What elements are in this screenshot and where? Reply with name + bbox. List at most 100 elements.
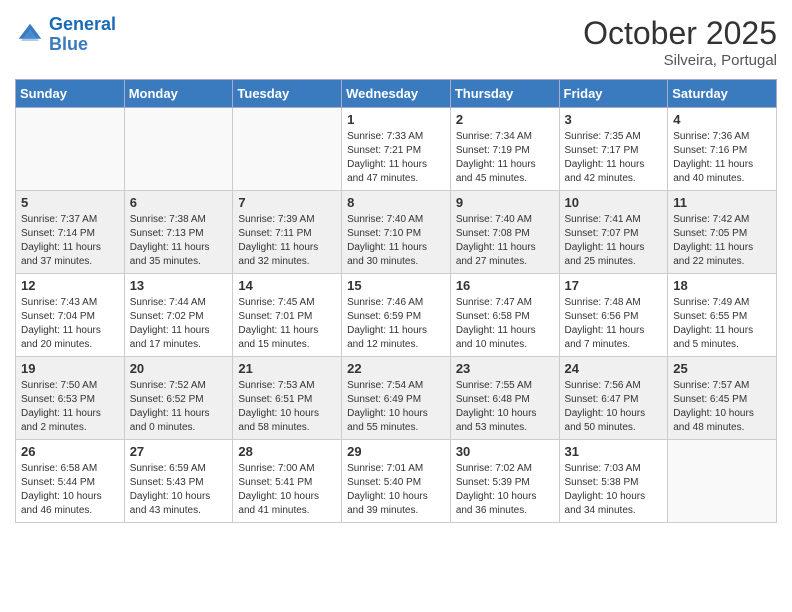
weekday-header-wednesday: Wednesday — [342, 80, 451, 108]
day-number: 24 — [565, 361, 663, 376]
day-number: 18 — [673, 278, 771, 293]
logo-blue: Blue — [49, 35, 116, 55]
day-number: 22 — [347, 361, 445, 376]
day-info: Sunrise: 7:41 AM Sunset: 7:07 PM Dayligh… — [565, 213, 663, 269]
calendar-day-cell: 6 Sunrise: 7:38 AM Sunset: 7:13 PM Daylig… — [124, 191, 233, 274]
day-number: 30 — [456, 444, 554, 459]
day-number: 9 — [456, 195, 554, 210]
calendar-day-cell: 5 Sunrise: 7:37 AM Sunset: 7:14 PM Daylig… — [16, 191, 125, 274]
calendar-empty-cell — [233, 108, 342, 191]
day-info: Sunrise: 7:49 AM Sunset: 6:55 PM Dayligh… — [673, 296, 771, 352]
day-info: Sunrise: 7:33 AM Sunset: 7:21 PM Dayligh… — [347, 130, 445, 186]
page-header: General Blue October 2025 Silveira, Port… — [15, 15, 777, 69]
calendar-day-cell: 18 Sunrise: 7:49 AM Sunset: 6:55 PM Dayli… — [668, 274, 777, 357]
day-info: Sunrise: 7:56 AM Sunset: 6:47 PM Dayligh… — [565, 379, 663, 435]
day-info: Sunrise: 7:43 AM Sunset: 7:04 PM Dayligh… — [21, 296, 119, 352]
calendar-week-row: 5 Sunrise: 7:37 AM Sunset: 7:14 PM Daylig… — [16, 191, 777, 274]
calendar-day-cell: 8 Sunrise: 7:40 AM Sunset: 7:10 PM Daylig… — [342, 191, 451, 274]
calendar-header-row: SundayMondayTuesdayWednesdayThursdayFrid… — [16, 80, 777, 108]
calendar-day-cell: 13 Sunrise: 7:44 AM Sunset: 7:02 PM Dayli… — [124, 274, 233, 357]
calendar-day-cell: 16 Sunrise: 7:47 AM Sunset: 6:58 PM Dayli… — [450, 274, 559, 357]
weekday-header-saturday: Saturday — [668, 80, 777, 108]
calendar-table: SundayMondayTuesdayWednesdayThursdayFrid… — [15, 79, 777, 523]
month-year-title: October 2025 — [583, 15, 777, 52]
weekday-header-sunday: Sunday — [16, 80, 125, 108]
day-info: Sunrise: 7:40 AM Sunset: 7:10 PM Dayligh… — [347, 213, 445, 269]
calendar-empty-cell — [16, 108, 125, 191]
day-info: Sunrise: 7:02 AM Sunset: 5:39 PM Dayligh… — [456, 462, 554, 518]
day-number: 27 — [130, 444, 228, 459]
weekday-header-tuesday: Tuesday — [233, 80, 342, 108]
day-number: 26 — [21, 444, 119, 459]
day-info: Sunrise: 7:36 AM Sunset: 7:16 PM Dayligh… — [673, 130, 771, 186]
day-info: Sunrise: 7:40 AM Sunset: 7:08 PM Dayligh… — [456, 213, 554, 269]
calendar-week-row: 12Sunrise: 7:43 AM Sunset: 7:04 PM Dayli… — [16, 274, 777, 357]
day-info: Sunrise: 7:44 AM Sunset: 7:02 PM Dayligh… — [130, 296, 228, 352]
day-number: 7 — [238, 195, 336, 210]
day-info: Sunrise: 7:48 AM Sunset: 6:56 PM Dayligh… — [565, 296, 663, 352]
day-number: 14 — [238, 278, 336, 293]
day-info: Sunrise: 7:37 AM Sunset: 7:14 PM Dayligh… — [21, 213, 119, 269]
calendar-empty-cell — [668, 440, 777, 523]
day-number: 25 — [673, 361, 771, 376]
logo-text: General Blue — [49, 15, 116, 55]
calendar-day-cell: 14 Sunrise: 7:45 AM Sunset: 7:01 PM Dayli… — [233, 274, 342, 357]
calendar-day-cell: 25 Sunrise: 7:57 AM Sunset: 6:45 PM Dayli… — [668, 357, 777, 440]
day-number: 16 — [456, 278, 554, 293]
calendar-day-cell: 11Sunrise: 7:42 AM Sunset: 7:05 PM Dayli… — [668, 191, 777, 274]
weekday-header-thursday: Thursday — [450, 80, 559, 108]
day-info: Sunrise: 7:54 AM Sunset: 6:49 PM Dayligh… — [347, 379, 445, 435]
day-number: 29 — [347, 444, 445, 459]
day-info: Sunrise: 7:34 AM Sunset: 7:19 PM Dayligh… — [456, 130, 554, 186]
calendar-day-cell: 7Sunrise: 7:39 AM Sunset: 7:11 PM Daylig… — [233, 191, 342, 274]
day-info: Sunrise: 7:42 AM Sunset: 7:05 PM Dayligh… — [673, 213, 771, 269]
day-number: 6 — [130, 195, 228, 210]
calendar-day-cell: 23Sunrise: 7:55 AM Sunset: 6:48 PM Dayli… — [450, 357, 559, 440]
calendar-day-cell: 15 Sunrise: 7:46 AM Sunset: 6:59 PM Dayli… — [342, 274, 451, 357]
day-number: 13 — [130, 278, 228, 293]
calendar-day-cell: 17 Sunrise: 7:48 AM Sunset: 6:56 PM Dayli… — [559, 274, 668, 357]
day-number: 15 — [347, 278, 445, 293]
day-number: 1 — [347, 112, 445, 127]
calendar-day-cell: 12Sunrise: 7:43 AM Sunset: 7:04 PM Dayli… — [16, 274, 125, 357]
day-info: Sunrise: 7:47 AM Sunset: 6:58 PM Dayligh… — [456, 296, 554, 352]
calendar-week-row: 26 Sunrise: 6:58 AM Sunset: 5:44 PM Dayli… — [16, 440, 777, 523]
day-number: 8 — [347, 195, 445, 210]
calendar-day-cell: 24 Sunrise: 7:56 AM Sunset: 6:47 PM Dayli… — [559, 357, 668, 440]
calendar-day-cell: 10Sunrise: 7:41 AM Sunset: 7:07 PM Dayli… — [559, 191, 668, 274]
day-info: Sunrise: 7:46 AM Sunset: 6:59 PM Dayligh… — [347, 296, 445, 352]
calendar-day-cell: 30 Sunrise: 7:02 AM Sunset: 5:39 PM Dayli… — [450, 440, 559, 523]
day-number: 17 — [565, 278, 663, 293]
day-info: Sunrise: 7:50 AM Sunset: 6:53 PM Dayligh… — [21, 379, 119, 435]
weekday-header-friday: Friday — [559, 80, 668, 108]
day-info: Sunrise: 7:03 AM Sunset: 5:38 PM Dayligh… — [565, 462, 663, 518]
calendar-day-cell: 2Sunrise: 7:34 AM Sunset: 7:19 PM Daylig… — [450, 108, 559, 191]
calendar-day-cell: 19Sunrise: 7:50 AM Sunset: 6:53 PM Dayli… — [16, 357, 125, 440]
weekday-header-monday: Monday — [124, 80, 233, 108]
day-info: Sunrise: 7:35 AM Sunset: 7:17 PM Dayligh… — [565, 130, 663, 186]
calendar-day-cell: 28 Sunrise: 7:00 AM Sunset: 5:41 PM Dayli… — [233, 440, 342, 523]
day-info: Sunrise: 7:38 AM Sunset: 7:13 PM Dayligh… — [130, 213, 228, 269]
logo-icon — [15, 20, 45, 50]
day-number: 23 — [456, 361, 554, 376]
calendar-day-cell: 9 Sunrise: 7:40 AM Sunset: 7:08 PM Daylig… — [450, 191, 559, 274]
day-info: Sunrise: 7:52 AM Sunset: 6:52 PM Dayligh… — [130, 379, 228, 435]
day-number: 28 — [238, 444, 336, 459]
calendar-week-row: 19Sunrise: 7:50 AM Sunset: 6:53 PM Dayli… — [16, 357, 777, 440]
logo: General Blue — [15, 15, 116, 55]
logo-general: General — [49, 14, 116, 34]
calendar-day-cell: 26 Sunrise: 6:58 AM Sunset: 5:44 PM Dayli… — [16, 440, 125, 523]
day-number: 5 — [21, 195, 119, 210]
calendar-day-cell: 21 Sunrise: 7:53 AM Sunset: 6:51 PM Dayli… — [233, 357, 342, 440]
day-number: 31 — [565, 444, 663, 459]
day-info: Sunrise: 7:57 AM Sunset: 6:45 PM Dayligh… — [673, 379, 771, 435]
day-info: Sunrise: 6:59 AM Sunset: 5:43 PM Dayligh… — [130, 462, 228, 518]
day-info: Sunrise: 7:45 AM Sunset: 7:01 PM Dayligh… — [238, 296, 336, 352]
day-info: Sunrise: 7:53 AM Sunset: 6:51 PM Dayligh… — [238, 379, 336, 435]
calendar-day-cell: 4Sunrise: 7:36 AM Sunset: 7:16 PM Daylig… — [668, 108, 777, 191]
calendar-empty-cell — [124, 108, 233, 191]
day-number: 21 — [238, 361, 336, 376]
day-info: Sunrise: 7:00 AM Sunset: 5:41 PM Dayligh… — [238, 462, 336, 518]
calendar-day-cell: 3Sunrise: 7:35 AM Sunset: 7:17 PM Daylig… — [559, 108, 668, 191]
day-info: Sunrise: 6:58 AM Sunset: 5:44 PM Dayligh… — [21, 462, 119, 518]
